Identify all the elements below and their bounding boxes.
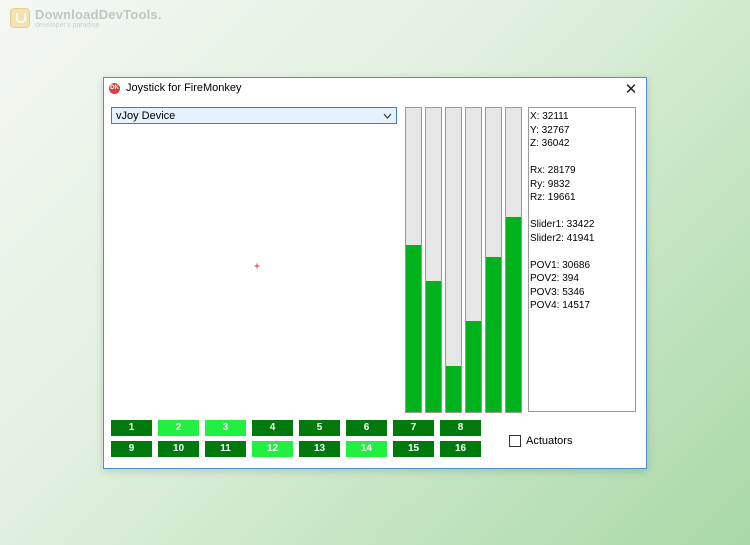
axis-bar-4 (465, 107, 482, 413)
joystick-button-14: 14 (346, 441, 387, 457)
axis-fill-2 (426, 281, 441, 412)
readout-line: Rx: 28179 (530, 165, 576, 176)
title-bar[interactable]: DK Joystick for FireMonkey ✕ (104, 78, 646, 100)
window-title: Joystick for FireMonkey (126, 82, 242, 94)
actuators-checkbox[interactable] (509, 435, 521, 447)
close-button[interactable]: ✕ (622, 80, 640, 98)
readout-line: Z: 36042 (530, 138, 570, 149)
button-grid: 1 2 3 4 5 6 7 8 9 10 11 12 13 14 15 16 (111, 420, 481, 457)
joystick-button-16: 16 (440, 441, 481, 457)
joystick-button-1: 1 (111, 420, 152, 436)
joystick-button-2: 2 (158, 420, 199, 436)
readout-spacer (530, 245, 635, 259)
readout-line: POV1: 30686 (530, 259, 591, 271)
actuators-option[interactable]: Actuators (509, 435, 572, 447)
joystick-button-8: 8 (440, 420, 481, 436)
readout-line: X: 32111 (530, 111, 569, 122)
axis-bar-6 (505, 107, 522, 413)
joystick-button-6: 6 (346, 420, 387, 436)
watermark: DownloadDevTools. developer's paradise (10, 8, 162, 30)
actuators-label: Actuators (526, 435, 573, 447)
axis-bar-2 (425, 107, 442, 413)
crosshair-icon: + (254, 261, 261, 272)
app-icon: DK (109, 83, 120, 94)
axis-bar-5 (485, 107, 502, 413)
joystick-button-3: 3 (205, 420, 246, 436)
device-dropdown[interactable]: vJoy Device (111, 107, 397, 124)
joystick-button-10: 10 (158, 441, 199, 457)
axis-fill-1 (406, 244, 421, 412)
axis-bars (405, 107, 522, 413)
download-logo-icon (10, 8, 30, 28)
readout-spacer (530, 205, 635, 219)
axis-fill-5 (486, 256, 501, 412)
joystick-button-12: 12 (252, 441, 293, 457)
axis-fill-3 (446, 366, 461, 412)
axis-fill-6 (506, 217, 521, 412)
joystick-button-9: 9 (111, 441, 152, 457)
watermark-title: DownloadDevTools. (35, 7, 162, 22)
joystick-button-5: 5 (299, 420, 340, 436)
readout-line: POV4: 14517 (530, 300, 591, 311)
device-dropdown-value: vJoy Device (116, 110, 176, 122)
readout-spacer (530, 151, 635, 165)
readout-line: Ry: 9832 (530, 178, 571, 190)
readout-line: POV2: 394 (530, 273, 579, 284)
readout-line: Slider2: 41941 (530, 232, 595, 244)
joystick-button-7: 7 (393, 420, 434, 436)
joystick-button-11: 11 (205, 441, 246, 457)
values-readout: X: 32111 Y: 32767 Z: 36042 Rx: 28179 Ry: 983… (528, 107, 636, 412)
readout-line: Rz: 19661 (530, 192, 576, 203)
joystick-button-4: 4 (252, 420, 293, 436)
readout-line: POV3: 5346 (530, 286, 585, 298)
joystick-button-15: 15 (393, 441, 434, 457)
watermark-subtitle: developer's paradise (35, 22, 100, 29)
axis-bar-3 (445, 107, 462, 413)
readout-line: Y: 32767 (530, 124, 570, 136)
axis-bar-1 (405, 107, 422, 413)
joystick-button-13: 13 (299, 441, 340, 457)
app-window: DK Joystick for FireMonkey ✕ vJoy Device… (103, 77, 647, 469)
readout-line: Slider1: 33422 (530, 219, 595, 230)
axis-fill-4 (466, 320, 481, 412)
xy-pad: + (111, 128, 398, 414)
